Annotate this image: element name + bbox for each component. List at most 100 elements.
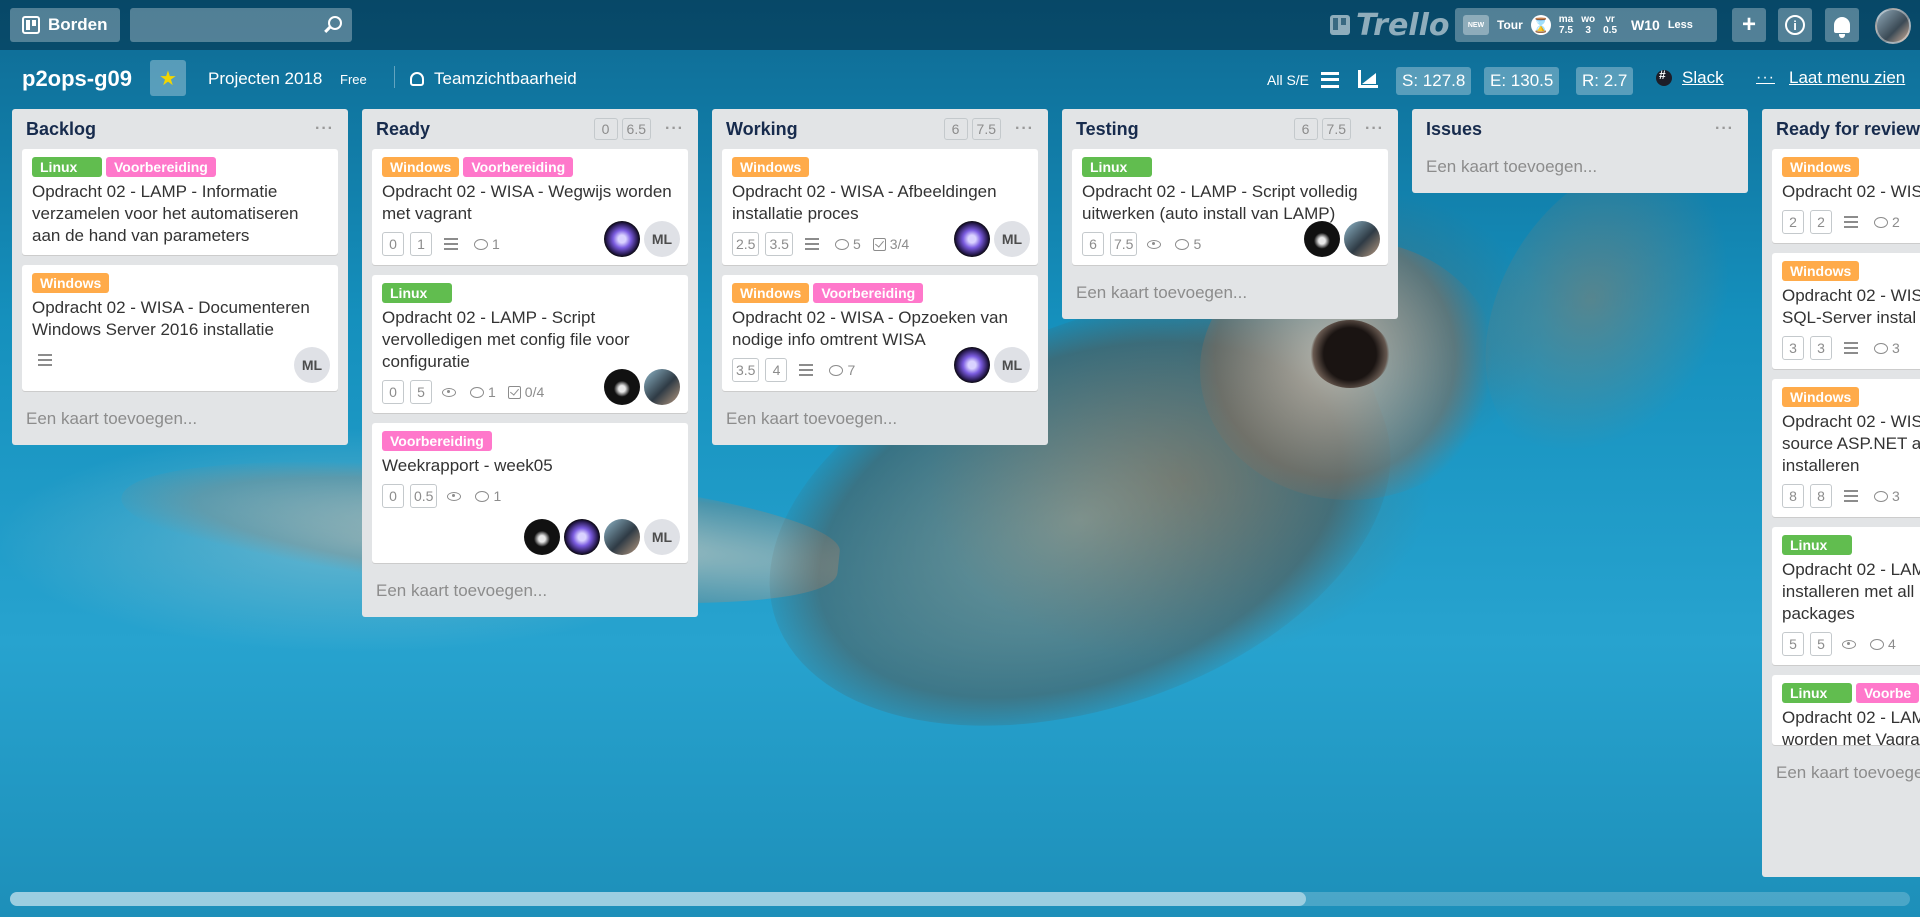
card[interactable]: Windows Opdracht 02 - WIS source ASP.NET…	[1772, 379, 1920, 517]
card[interactable]: Windows Voorbereiding Opdracht 02 - WISA…	[372, 149, 688, 265]
team-visibility-icon	[410, 72, 424, 86]
list-header[interactable]: Backlog ···	[12, 109, 348, 149]
board-scrollbar-thumb[interactable]	[10, 892, 1306, 906]
show-menu-link[interactable]: ··· Laat menu zien	[1756, 68, 1905, 88]
info-icon: i	[1785, 15, 1805, 35]
comments-badge: 3	[1874, 488, 1900, 504]
card-title: Opdracht 02 - WIS source ASP.NET a insta…	[1782, 412, 1920, 475]
comments-badge: 5	[834, 236, 861, 252]
member-avatar[interactable]	[1344, 221, 1380, 257]
add-card-button[interactable]: Een kaart toevoegen...	[12, 401, 348, 437]
list-title[interactable]: Backlog	[26, 119, 315, 140]
list-title[interactable]: Issues	[1426, 119, 1715, 140]
trello-logo[interactable]: Trello	[1330, 7, 1450, 43]
slack-link[interactable]: Slack	[1656, 68, 1724, 88]
list-title[interactable]: Working	[726, 119, 944, 140]
list-title[interactable]: Ready	[376, 119, 594, 140]
add-card-button[interactable]: Een kaart toevoegen...	[712, 401, 1048, 437]
member-avatar[interactable]: ML	[294, 347, 330, 383]
card-title: Opdracht 02 - WISA - Wegwijs worden met …	[382, 182, 672, 223]
member-avatar[interactable]	[954, 347, 990, 383]
member-avatar[interactable]	[524, 519, 560, 555]
card[interactable]: Linux Opdracht 02 - LAMP - Script volled…	[1072, 149, 1388, 265]
points-estimate: 1	[410, 232, 432, 256]
boards-button[interactable]: Borden	[10, 8, 120, 42]
visibility-button[interactable]: Teamzichtbaarheid	[410, 69, 577, 89]
card-title: Opdracht 02 - LAMP - Script vervolledige…	[382, 308, 630, 371]
all-se-toggle[interactable]: All S/E	[1267, 72, 1309, 88]
list-points: 7.5	[971, 118, 1002, 140]
card[interactable]: Linux Voorbereiding Opdracht 02 - LAMP -…	[22, 149, 338, 255]
list-header[interactable]: Working 6 7.5 ···	[712, 109, 1048, 149]
list-title[interactable]: Ready for review	[1776, 119, 1920, 140]
member-avatar[interactable]	[604, 221, 640, 257]
list-header[interactable]: Testing 6 7.5 ···	[1062, 109, 1398, 149]
boards-icon	[22, 16, 40, 34]
visibility-label: Teamzichtbaarheid	[434, 69, 577, 88]
card[interactable]: Windows Opdracht 02 - WIS IIS & ASP.NET …	[1772, 149, 1920, 243]
description-icon	[1844, 216, 1858, 228]
description-icon	[1844, 490, 1858, 502]
add-card-button[interactable]: Een kaart toevoegen...	[1412, 149, 1748, 185]
member-avatar[interactable]: ML	[994, 221, 1030, 257]
card[interactable]: Linux Opdracht 02 - LAM installeren met …	[1772, 527, 1920, 665]
description-icon	[444, 238, 458, 250]
add-button[interactable]: +	[1732, 8, 1766, 42]
member-avatar[interactable]: ML	[994, 347, 1030, 383]
member-avatar[interactable]	[644, 369, 680, 405]
card[interactable]: Linux Voorbe Opdracht 02 - LAM worden me…	[1772, 675, 1920, 745]
label-voorbereiding: Voorbe	[1856, 683, 1920, 703]
tour-label[interactable]: Tour	[1497, 18, 1523, 32]
list-view-icon[interactable]	[1321, 72, 1339, 88]
watch-icon	[1147, 239, 1162, 249]
info-button[interactable]: i	[1778, 8, 1812, 42]
list-header[interactable]: Ready 0 6.5 ···	[362, 109, 698, 149]
card-title: Opdracht 02 - LAMP - Script volledig uit…	[1082, 182, 1358, 223]
board-title[interactable]: p2ops-g09	[22, 66, 132, 92]
member-avatar[interactable]	[604, 369, 640, 405]
member-avatar[interactable]	[1304, 221, 1340, 257]
member-avatar[interactable]: ML	[644, 221, 680, 257]
card[interactable]: Linux Opdracht 02 - LAMP - Script vervol…	[372, 275, 688, 413]
list-title[interactable]: Testing	[1076, 119, 1294, 140]
card-title: Opdracht 02 - LAM worden met Vagra	[1782, 708, 1920, 745]
add-card-button[interactable]: Een kaart toevoege	[1762, 755, 1920, 791]
search-icon[interactable]	[327, 16, 342, 30]
card[interactable]: Windows Opdracht 02 - WISA - Documentere…	[22, 265, 338, 391]
member-avatar[interactable]: ML	[644, 519, 680, 555]
points-estimate: 0.5	[410, 484, 438, 508]
metric-e: E: 130.5	[1484, 67, 1560, 95]
less-toggle[interactable]: Less	[1668, 19, 1693, 31]
star-button[interactable]: ★	[150, 60, 186, 96]
team-name[interactable]: Projecten 2018	[208, 69, 322, 89]
chart-icon[interactable]	[1358, 70, 1378, 88]
list-testing: Testing 6 7.5 ··· Linux Opdracht 02 - LA…	[1062, 109, 1398, 319]
list-menu-icon[interactable]: ···	[665, 120, 684, 138]
card[interactable]: Windows Opdracht 02 - WISA - Afbeeldinge…	[722, 149, 1038, 265]
star-icon: ★	[159, 67, 177, 90]
add-card-button[interactable]: Een kaart toevoegen...	[362, 573, 698, 609]
checklist-badge: 0/4	[507, 384, 544, 400]
member-avatar[interactable]	[564, 519, 600, 555]
list-menu-icon[interactable]: ···	[1015, 120, 1034, 138]
list-menu-icon[interactable]: ···	[1715, 120, 1734, 138]
list-points: 6.5	[621, 118, 652, 140]
list-header[interactable]: Ready for review	[1762, 109, 1920, 149]
user-avatar[interactable]	[1875, 8, 1911, 44]
notifications-button[interactable]	[1825, 8, 1859, 42]
card[interactable]: Windows Voorbereiding Opdracht 02 - WISA…	[722, 275, 1038, 391]
add-card-button[interactable]: Een kaart toevoegen...	[1062, 275, 1398, 311]
member-avatar[interactable]	[604, 519, 640, 555]
list-header[interactable]: Issues ···	[1412, 109, 1748, 149]
search-input[interactable]	[129, 8, 352, 42]
card[interactable]: Windows Opdracht 02 - WIS SQL-Server ins…	[1772, 253, 1920, 369]
trello-logo-text: Trello	[1356, 7, 1450, 43]
time-tracker-widget[interactable]: NEW Tour ⌛ ma 7.5 wo 3 vr 0.5 W10 Less	[1455, 8, 1717, 42]
label-windows: Windows	[382, 157, 460, 177]
list-menu-icon[interactable]: ···	[315, 120, 334, 138]
card[interactable]: Voorbereiding Weekrapport - week05 0 0.5…	[372, 423, 688, 563]
member-avatar[interactable]	[954, 221, 990, 257]
list-menu-icon[interactable]: ···	[1365, 120, 1384, 138]
label-voorbereiding: Voorbereiding	[463, 157, 574, 177]
points-estimate: 5	[410, 380, 432, 404]
